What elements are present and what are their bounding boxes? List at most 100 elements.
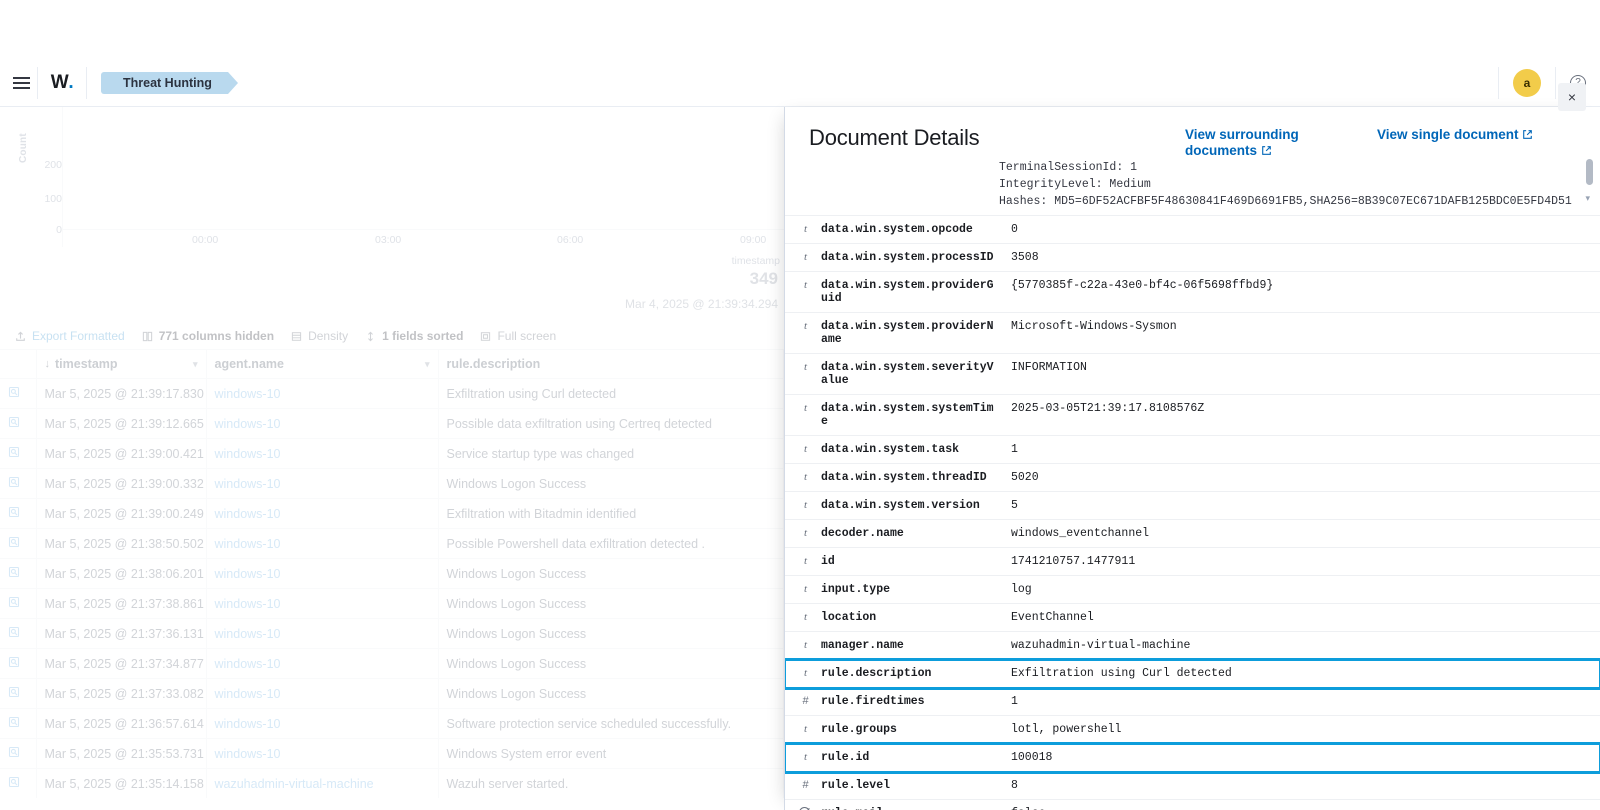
agent-name-link[interactable]: windows-10 (215, 537, 281, 551)
app-logo[interactable]: W. (38, 60, 86, 106)
cell-agent-name[interactable]: windows-10 (206, 678, 439, 709)
preamble-scrollbar[interactable] (1586, 159, 1593, 185)
document-field-row[interactable]: rule.mailfalse (785, 799, 1600, 810)
document-field-row[interactable]: t rule.id 100018 (785, 741, 1600, 774)
agent-name-link[interactable]: windows-10 (215, 657, 281, 671)
table-row[interactable]: Mar 5, 2025 @ 21:35:53.731 windows-10 Wind… (0, 738, 784, 769)
chevron-down-icon[interactable]: ▾ (1585, 193, 1590, 204)
expand-row-button[interactable] (0, 738, 37, 769)
cell-agent-name[interactable]: windows-10 (206, 738, 439, 769)
table-row[interactable]: Mar 5, 2025 @ 21:38:06.201 windows-10 Wind… (0, 558, 784, 589)
cell-agent-name[interactable]: windows-10 (206, 588, 439, 619)
cell-agent-name[interactable]: windows-10 (206, 648, 439, 679)
table-row[interactable]: Mar 5, 2025 @ 21:39:17.830 windows-10 Exfi… (0, 378, 784, 409)
breadcrumb-item-threat-hunting[interactable]: Threat Hunting (101, 72, 238, 94)
field-value[interactable]: 100018 (1003, 743, 1600, 772)
table-row[interactable]: Mar 5, 2025 @ 21:39:00.332 windows-10 Wind… (0, 468, 784, 499)
expand-row-button[interactable] (0, 588, 37, 619)
user-avatar-button[interactable]: a (1499, 60, 1555, 106)
agent-name-link[interactable]: windows-10 (215, 747, 281, 761)
document-field-row[interactable]: t data.win.system.providerGuid {5770385f-c… (785, 271, 1600, 313)
view-surrounding-documents-link[interactable]: View surrounding documents (1185, 127, 1305, 158)
table-row[interactable]: Mar 5, 2025 @ 21:37:36.131 windows-10 Wind… (0, 618, 784, 649)
table-row[interactable]: Mar 5, 2025 @ 21:37:38.861 windows-10 Wind… (0, 588, 784, 619)
table-row[interactable]: Mar 5, 2025 @ 21:36:57.614 windows-10 Soft… (0, 708, 784, 739)
table-row[interactable]: Mar 5, 2025 @ 21:35:14.158 wazuhadmin-vir… (0, 768, 784, 798)
document-field-row[interactable]: t data.win.system.providerName Microsoft-W… (785, 312, 1600, 354)
column-header-agent-name[interactable]: agent.name ▾ (206, 349, 439, 379)
expand-row-button[interactable] (0, 768, 37, 798)
document-fields-scroll-area[interactable]: t data.win.system.opcode 0 t data.win.system… (785, 215, 1600, 810)
table-row[interactable]: Mar 5, 2025 @ 21:38:50.502 windows-10 Poss… (0, 528, 784, 559)
column-header-rule-description[interactable]: rule.description (438, 349, 784, 379)
agent-name-link[interactable]: windows-10 (215, 477, 281, 491)
agent-name-link[interactable]: windows-10 (215, 447, 281, 461)
agent-name-link[interactable]: windows-10 (215, 507, 281, 521)
document-field-row[interactable]: t data.win.system.systemTime 2025-03-05T21… (785, 394, 1600, 436)
document-field-row[interactable]: t data.win.system.version 5 (785, 491, 1600, 520)
document-field-row[interactable]: t data.win.system.task 1 (785, 435, 1600, 464)
agent-name-link[interactable]: windows-10 (215, 567, 281, 581)
cell-agent-name[interactable]: windows-10 (206, 378, 439, 409)
agent-name-link[interactable]: windows-10 (215, 417, 281, 431)
table-row[interactable]: Mar 5, 2025 @ 21:37:33.082 windows-10 Wind… (0, 678, 784, 709)
document-field-row[interactable]: t data.win.system.threadID 5020 (785, 463, 1600, 492)
document-field-row[interactable]: t manager.name wazuhadmin-virtual-machine (785, 631, 1600, 660)
cell-agent-name[interactable]: wazuhadmin-virtual-machine (206, 768, 439, 798)
cell-agent-name[interactable]: windows-10 (206, 618, 439, 649)
expand-row-button[interactable] (0, 408, 37, 439)
document-field-row[interactable]: t data.win.system.processID 3508 (785, 243, 1600, 272)
agent-name-link[interactable]: windows-10 (215, 597, 281, 611)
expand-row-button[interactable] (0, 378, 37, 409)
cell-agent-name[interactable]: windows-10 (206, 558, 439, 589)
chart-y-tick-200: 200 (44, 159, 62, 171)
columns-hidden-button[interactable]: 771 columns hidden (141, 329, 274, 343)
full-screen-button[interactable]: Full screen (479, 329, 556, 343)
chevron-down-icon[interactable]: ▾ (193, 359, 198, 370)
expand-document-icon (8, 596, 20, 611)
document-field-row[interactable]: t input.type log (785, 575, 1600, 604)
document-field-row[interactable]: t decoder.name windows_eventchannel (785, 519, 1600, 548)
cell-agent-name[interactable]: windows-10 (206, 438, 439, 469)
expand-row-button[interactable] (0, 468, 37, 499)
cell-agent-name[interactable]: windows-10 (206, 528, 439, 559)
document-field-row[interactable]: t data.win.system.opcode 0 (785, 215, 1600, 244)
expand-row-button[interactable] (0, 678, 37, 709)
document-field-row[interactable]: t id 1741210757.1477911 (785, 547, 1600, 576)
agent-name-link[interactable]: wazuhadmin-virtual-machine (215, 777, 374, 791)
fields-sorted-button[interactable]: 1 fields sorted (364, 329, 463, 343)
expand-row-button[interactable] (0, 498, 37, 529)
expand-row-button[interactable] (0, 648, 37, 679)
table-row[interactable]: Mar 5, 2025 @ 21:39:12.665 windows-10 Poss… (0, 408, 784, 439)
hamburger-menu-button[interactable] (5, 60, 37, 106)
agent-name-link[interactable]: windows-10 (215, 717, 281, 731)
column-header-timestamp[interactable]: ↓ timestamp ▾ (36, 349, 207, 379)
field-value: 8 (1003, 771, 1600, 800)
document-field-row[interactable]: t data.win.system.severityValue INFORMATIO… (785, 353, 1600, 395)
document-field-row[interactable]: t rule.groups lotl, powershell (785, 715, 1600, 744)
table-row[interactable]: Mar 5, 2025 @ 21:37:34.877 windows-10 Wind… (0, 648, 784, 679)
cell-agent-name[interactable]: windows-10 (206, 498, 439, 529)
export-formatted-button[interactable]: Export Formatted (14, 329, 125, 343)
document-field-row[interactable]: t location EventChannel (785, 603, 1600, 632)
view-single-document-link[interactable]: View single document (1377, 127, 1533, 158)
expand-row-button[interactable] (0, 438, 37, 469)
chevron-down-icon[interactable]: ▾ (425, 359, 430, 370)
cell-agent-name[interactable]: windows-10 (206, 408, 439, 439)
expand-row-button[interactable] (0, 708, 37, 739)
document-field-row[interactable]: # rule.level 8 (785, 771, 1600, 800)
expand-row-button[interactable] (0, 528, 37, 559)
cell-agent-name[interactable]: windows-10 (206, 708, 439, 739)
document-field-row[interactable]: t rule.description Exfiltration using Curl… (785, 657, 1600, 690)
agent-name-link[interactable]: windows-10 (215, 687, 281, 701)
density-button[interactable]: Density (290, 329, 348, 343)
expand-row-button[interactable] (0, 618, 37, 649)
cell-timestamp: Mar 5, 2025 @ 21:36:57.614 (36, 708, 207, 739)
document-field-row[interactable]: # rule.firedtimes 1 (785, 687, 1600, 716)
table-row[interactable]: Mar 5, 2025 @ 21:39:00.249 windows-10 Exfi… (0, 498, 784, 529)
table-row[interactable]: Mar 5, 2025 @ 21:39:00.421 windows-10 Serv… (0, 438, 784, 469)
agent-name-link[interactable]: windows-10 (215, 627, 281, 641)
expand-row-button[interactable] (0, 558, 37, 589)
agent-name-link[interactable]: windows-10 (215, 387, 281, 401)
cell-agent-name[interactable]: windows-10 (206, 468, 439, 499)
